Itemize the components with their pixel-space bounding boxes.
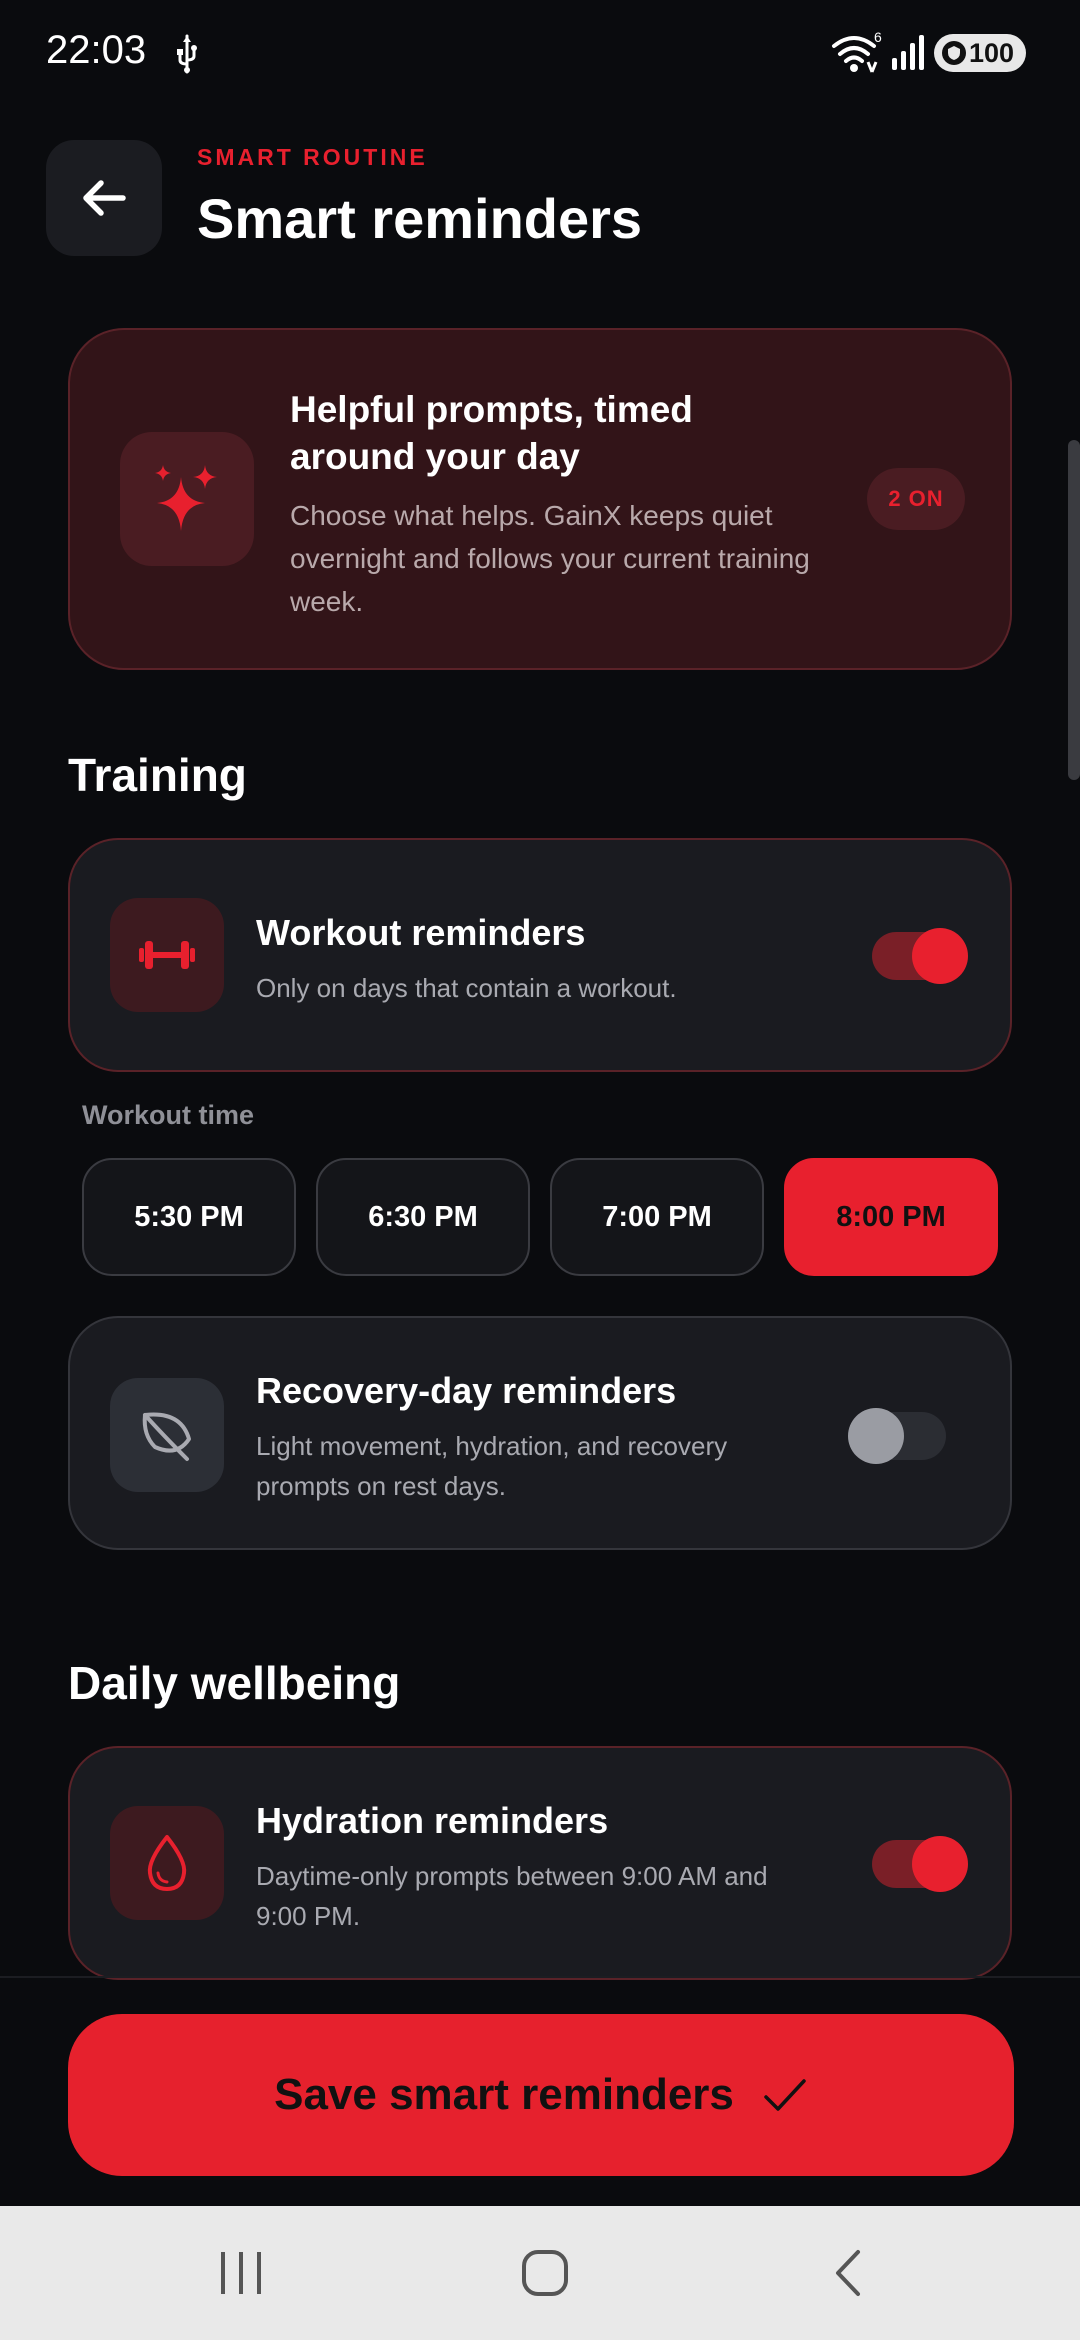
status-time: 22:03 (46, 28, 147, 72)
workout-reminders-description: Only on days that contain a workout. (256, 973, 677, 1003)
recent-apps-button[interactable] (142, 2206, 342, 2340)
time-chip-530pm[interactable]: 5:30 PM (82, 1158, 296, 1276)
checkmark-icon (764, 2079, 806, 2111)
section-title-training: Training (68, 749, 247, 801)
arrow-left-icon (83, 180, 126, 216)
workout-reminders-toggle[interactable] (872, 928, 968, 984)
system-back-button[interactable] (748, 2206, 948, 2340)
section-title-wellbeing: Daily wellbeing (68, 1657, 401, 1709)
signal-icon (892, 35, 924, 70)
battery-indicator: 100 (934, 34, 1026, 72)
hero-title: Helpful prompts, timed around your day (290, 389, 693, 477)
page-eyebrow: SMART ROUTINE (197, 144, 428, 170)
sparkles-icon (155, 465, 217, 531)
hero-icon-container (120, 432, 254, 566)
hydration-reminders-title: Hydration reminders (256, 1800, 609, 1841)
page-title: Smart reminders (197, 187, 643, 250)
time-chip-630pm[interactable]: 6:30 PM (316, 1158, 530, 1276)
time-chip-800pm[interactable]: 8:00 PM (784, 1158, 998, 1276)
workout-icon-container (110, 898, 224, 1012)
recovery-reminders-toggle[interactable] (848, 1408, 946, 1464)
status-bar: 22:03 6 100 (0, 0, 1080, 104)
toggle-knob (912, 1836, 968, 1892)
workout-reminders-title: Workout reminders (256, 912, 586, 953)
scrollbar[interactable] (1068, 440, 1080, 780)
wifi-badge: 6 (874, 30, 882, 45)
recovery-reminders-title: Recovery-day reminders (256, 1370, 677, 1411)
leaf-icon (142, 1412, 191, 1461)
home-icon (522, 2250, 568, 2296)
toggle-knob (848, 1408, 904, 1464)
hydration-icon-container (110, 1806, 224, 1920)
summary-card: Helpful prompts, timed around your day C… (68, 328, 1012, 670)
home-button[interactable] (445, 2206, 645, 2340)
recovery-icon-container (110, 1378, 224, 1492)
workout-time-label: Workout time (82, 1100, 255, 1130)
bottom-divider (0, 1976, 1080, 1978)
recovery-reminders-description: Light movement, hydration, and recovery … (256, 1431, 728, 1501)
battery-level: 100 (968, 37, 1014, 68)
water-drop-icon (147, 1835, 187, 1891)
hydration-reminders-description: Daytime-only prompts between 9:00 AM and… (256, 1861, 768, 1931)
save-reminders-button[interactable]: Save smart reminders (68, 2014, 1014, 2176)
recent-apps-icon (221, 2252, 261, 2294)
back-icon (836, 2250, 860, 2296)
shield-icon (942, 41, 966, 65)
hydration-reminders-toggle[interactable] (872, 1836, 968, 1892)
usb-icon (177, 34, 197, 74)
toggle-knob (912, 928, 968, 984)
save-button-label: Save smart reminders (274, 2070, 734, 2119)
hero-description: Choose what helps. GainX keeps quiet ove… (290, 500, 810, 617)
back-button[interactable] (46, 140, 162, 256)
time-chip-700pm[interactable]: 7:00 PM (550, 1158, 764, 1276)
recovery-reminders-card[interactable]: Recovery-day reminders Light movement, h… (68, 1316, 1012, 1550)
dumbbell-icon (139, 941, 195, 969)
navigation-bar (0, 2206, 1080, 2340)
hydration-reminders-card[interactable]: Hydration reminders Daytime-only prompts… (68, 1746, 1012, 1980)
wifi-icon: 6 (832, 30, 882, 73)
workout-time-options: 5:30 PM 6:30 PM 7:00 PM 8:00 PM (82, 1158, 998, 1276)
enabled-count-badge: 2 ON (867, 468, 965, 530)
workout-reminders-card[interactable]: Workout reminders Only on days that cont… (68, 838, 1012, 1072)
